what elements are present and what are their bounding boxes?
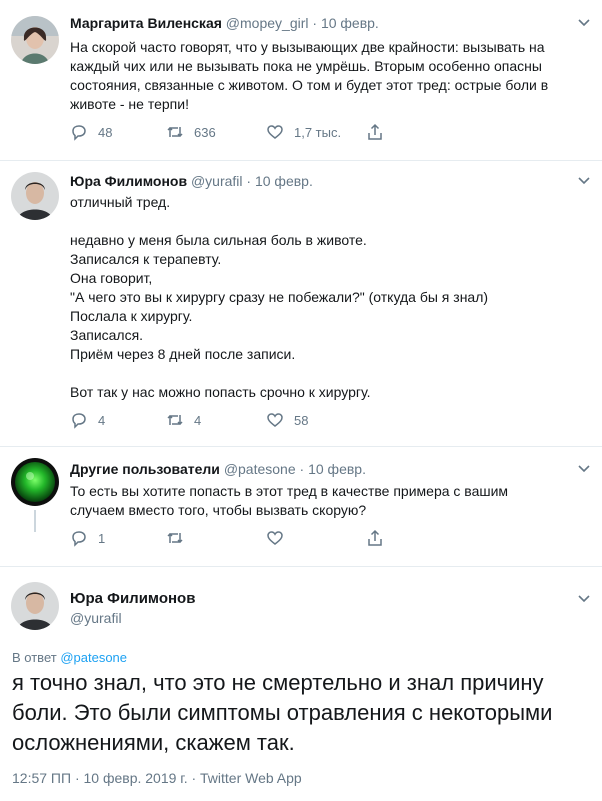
retweet-button[interactable]: 4 (166, 411, 201, 429)
text-line: Послала к хирургу. (70, 308, 193, 324)
retweet-button[interactable] (166, 529, 184, 547)
divider (0, 566, 602, 567)
text-line: состояния, связанные с животом. О том и … (70, 77, 549, 93)
reply-button[interactable]: 1 (70, 529, 105, 547)
reply-icon (72, 125, 86, 141)
separator: · (299, 461, 305, 477)
avatar[interactable] (11, 582, 59, 630)
reply-icon (72, 413, 86, 429)
reply-prefix: В ответ (12, 650, 57, 665)
tweet-header: Юра Филимонов @yurafil · 10 февр. (70, 172, 313, 190)
action-bar: 48 636 1,7 тыс. (70, 123, 390, 141)
reply-context: В ответ @patesone (12, 650, 127, 665)
text-line: отличный тред. (70, 194, 171, 210)
author-handle-row: @yurafil (70, 609, 122, 627)
reply-count: 1 (98, 530, 106, 546)
retweet-button[interactable]: 636 (166, 123, 216, 141)
text-line: "А чего это вы к хирургу сразу не побежа… (70, 289, 489, 305)
like-button[interactable] (266, 529, 284, 547)
reply-mention-link[interactable]: @patesone (60, 650, 127, 665)
chevron-down-icon[interactable] (577, 594, 591, 604)
tweet-header: Другие пользователи @patesone · 10 февр. (70, 460, 366, 478)
tweet-date[interactable]: 10 февр. (321, 15, 379, 31)
retweet-icon (167, 414, 183, 426)
share-button[interactable] (366, 123, 384, 141)
share-icon (368, 529, 382, 546)
text-line: осложнениями, скажем так. (12, 730, 295, 755)
tweet-text: отличный тред. недавно у меня была сильн… (70, 193, 488, 402)
text-line: боли. Это были симптомы отравления с нек… (12, 700, 553, 725)
like-button[interactable]: 1,7 тыс. (266, 123, 341, 141)
avatar[interactable] (11, 172, 59, 220)
divider (0, 446, 602, 447)
reply-icon (72, 531, 86, 547)
avatar[interactable] (11, 458, 59, 506)
tweet-text: На скорой часто говорят, что у вызывающи… (70, 38, 548, 114)
tweet-header: Юра Филимонов (70, 590, 195, 608)
text-line: животе - не терпи! (70, 96, 189, 112)
like-count: 1,7 тыс. (294, 124, 342, 140)
text-line (70, 364, 488, 383)
retweet-icon (167, 532, 183, 544)
tweet-header: Маргарита Виленская @mopey_girl · 10 фев… (70, 14, 379, 32)
chevron-down-icon[interactable] (577, 464, 591, 474)
tweet-timestamp[interactable]: 12:57 ПП · 10 февр. 2019 г. · Twitter We… (12, 770, 302, 786)
heart-icon (267, 531, 283, 545)
tweet-text: То есть вы хотите попасть в этот тред в … (70, 482, 508, 520)
separator: · (312, 15, 318, 31)
action-bar: 1 (70, 529, 390, 547)
chevron-down-icon[interactable] (577, 18, 591, 28)
retweet-count: 4 (194, 412, 202, 428)
avatar[interactable] (11, 16, 59, 64)
text-line (70, 212, 488, 231)
reply-count: 48 (98, 124, 113, 140)
heart-icon (267, 413, 283, 427)
text-line: каждый чих или не вызывать пока не умрёш… (70, 58, 542, 74)
text-line: недавно у меня была сильная боль в живот… (70, 232, 367, 248)
like-button[interactable]: 58 (266, 411, 308, 429)
retweet-count: 636 (194, 124, 216, 140)
text-line: То есть вы хотите попасть в этот тред в … (70, 483, 509, 499)
text-line: случаем вместо того, чтобы вызвать скору… (70, 502, 367, 518)
reply-button[interactable]: 48 (70, 123, 112, 141)
author-name[interactable]: Юра Филимонов (70, 590, 195, 607)
text-line: я точно знал, что это не смертельно и зн… (12, 670, 544, 695)
author-handle[interactable]: @patesone (224, 461, 296, 477)
author-name[interactable]: Юра Филимонов (70, 173, 187, 189)
text-line: Она говорит, (70, 270, 153, 286)
text-line: Записался. (70, 327, 144, 343)
action-bar: 4 4 58 (70, 411, 390, 429)
author-handle[interactable]: @mopey_girl (226, 15, 309, 31)
tweet-date[interactable]: 10 февр. (255, 173, 313, 189)
text-line: Вот так у нас можно попасть срочно к хир… (70, 384, 371, 400)
text-line: Записался к терапевту. (70, 251, 222, 267)
tweet-date[interactable]: 10 февр. (308, 461, 366, 477)
text-line: Приём через 8 дней после записи. (70, 346, 296, 362)
focused-tweet-text: я точно знал, что это не смертельно и зн… (12, 668, 597, 758)
chevron-down-icon[interactable] (577, 176, 591, 186)
heart-icon (267, 125, 283, 139)
reply-count: 4 (98, 412, 106, 428)
share-icon (368, 123, 382, 140)
thread-line (34, 510, 36, 532)
divider (0, 160, 602, 161)
share-button[interactable] (366, 529, 384, 547)
author-handle[interactable]: @yurafil (70, 610, 122, 626)
author-name[interactable]: Другие пользователи (70, 461, 220, 477)
text-line: На скорой часто говорят, что у вызывающи… (70, 39, 545, 55)
reply-button[interactable]: 4 (70, 411, 105, 429)
like-count: 58 (294, 412, 309, 428)
separator: · (246, 173, 252, 189)
author-name[interactable]: Маргарита Виленская (70, 15, 222, 31)
retweet-icon (167, 126, 183, 138)
author-handle[interactable]: @yurafil (191, 173, 243, 189)
